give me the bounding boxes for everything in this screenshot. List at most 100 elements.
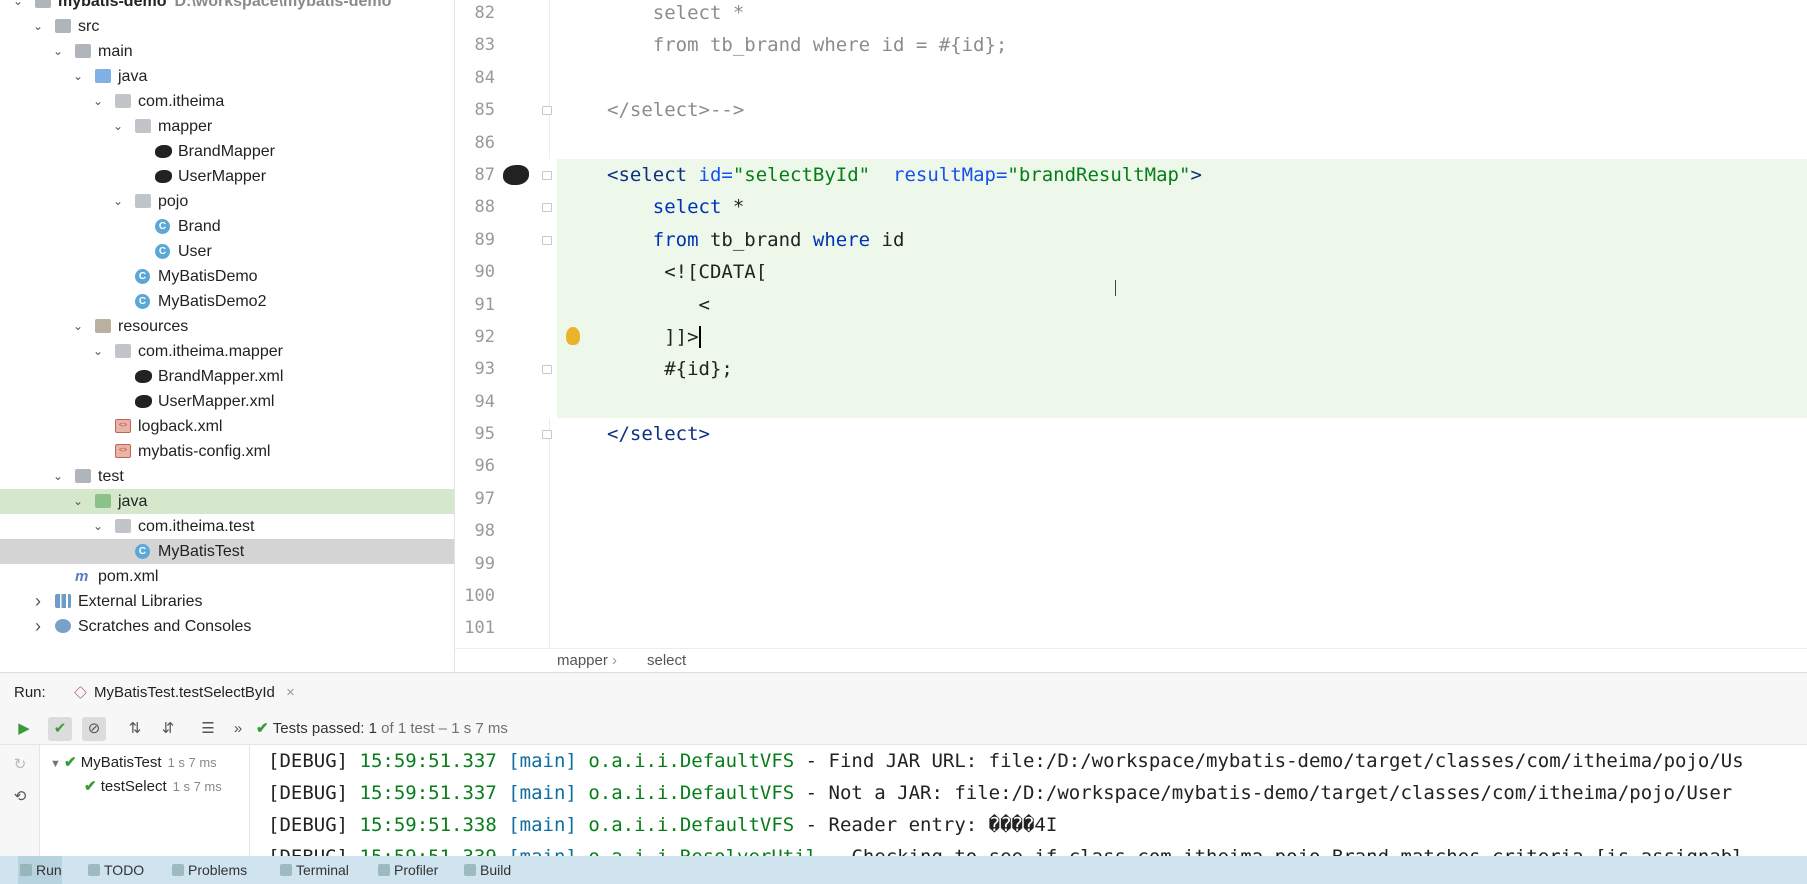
expand-arrow-icon[interactable]: ⌄ (50, 464, 66, 489)
breadcrumb-item-mapper[interactable]: mapper (557, 649, 608, 673)
show-ignored-icon[interactable]: ⊘ (82, 717, 106, 741)
class-icon: C (135, 544, 150, 559)
toolwindow-terminal[interactable]: Terminal (278, 856, 349, 884)
rerun-icon[interactable]: ▶ (12, 717, 36, 741)
expand-arrow-icon[interactable]: ⌄ (90, 514, 106, 539)
mybatis-bird-icon[interactable] (503, 164, 529, 185)
fold-marker-icon[interactable] (542, 106, 552, 116)
tree-item[interactable]: ⌄ src (0, 14, 454, 39)
expand-arrow-icon[interactable]: ⌄ (50, 39, 66, 64)
test-node-class[interactable]: ▼ ✔ MyBatisTest 1 s 7 ms (50, 751, 217, 775)
tree-item[interactable]: UserMapper (0, 164, 454, 189)
tree-item[interactable]: › Scratches and Consoles (0, 614, 454, 639)
fold-marker-icon[interactable] (542, 430, 552, 440)
code-line[interactable]: 86 (455, 127, 1807, 159)
tree-item[interactable]: C MyBatisDemo (0, 264, 454, 289)
code-line[interactable]: 101 (455, 612, 1807, 644)
more-icon[interactable]: » (226, 717, 250, 741)
tree-item[interactable]: ⌄ com.itheima.mapper (0, 339, 454, 364)
intention-bulb-icon[interactable] (566, 326, 580, 345)
tree-item[interactable]: C MyBatisDemo2 (0, 289, 454, 314)
close-tab-icon[interactable]: × (286, 679, 295, 707)
class-icon: C (155, 244, 170, 259)
tree-item[interactable]: <> mybatis-config.xml (0, 439, 454, 464)
fold-marker-icon[interactable] (542, 170, 552, 180)
code-line[interactable]: 96 (455, 450, 1807, 482)
tree-item[interactable]: BrandMapper.xml (0, 364, 454, 389)
rerun-failed-icon[interactable]: ↻ (8, 753, 32, 777)
code-line[interactable]: 85 </select>--> (455, 94, 1807, 126)
test-class-label: MyBatisTest (80, 754, 162, 771)
code-line[interactable]: 87 <select id="selectById" resultMap="bra… (455, 158, 1807, 192)
code-line[interactable]: 88 select * (455, 191, 1807, 224)
code-line[interactable]: 100 (455, 580, 1807, 612)
toolwindow-todo[interactable]: TODO (86, 856, 144, 884)
expand-arrow-icon[interactable]: ⌄ (90, 339, 106, 364)
code-editor[interactable]: 82 select * 83 from tb_brand where id = #… (455, 0, 1807, 648)
fold-marker-icon[interactable] (542, 203, 552, 213)
expand-arrow-icon[interactable]: ⌄ (90, 89, 106, 114)
code-line[interactable]: 83 from tb_brand where id = #{id}; (455, 29, 1807, 61)
toolwindow-profiler[interactable]: Profiler (376, 856, 438, 884)
tree-item[interactable]: ⌄ main (0, 39, 454, 64)
code-line[interactable]: 95 </select> (455, 418, 1807, 450)
expand-arrow-icon[interactable]: ⌄ (10, 0, 26, 14)
line-number: 92 (474, 326, 495, 347)
code-token: resultMap= (893, 163, 1008, 186)
fold-marker-icon[interactable] (542, 365, 552, 375)
expand-arrow-icon[interactable]: ⌄ (110, 114, 126, 139)
code-line[interactable]: 82 select * (455, 0, 1807, 29)
tree-item[interactable]: ⌄ test (0, 464, 454, 489)
run-tab[interactable]: MyBatisTest.testSelectById × (68, 679, 301, 707)
code-line[interactable]: 97 (455, 483, 1807, 515)
tree-item[interactable]: › External Libraries (0, 589, 454, 614)
sort-duration-icon[interactable]: ⇵ (156, 717, 180, 741)
tree-item[interactable]: ⌄ pojo (0, 189, 454, 214)
expand-arrow-icon[interactable]: ⌄ (70, 64, 86, 89)
tree-item[interactable]: ⌄ com.itheima.test (0, 514, 454, 539)
code-line[interactable]: 92 ]]> (455, 320, 1807, 354)
code-line[interactable]: 90 <![CDATA[ (455, 256, 1807, 289)
show-passed-icon[interactable]: ✔ (48, 717, 72, 741)
code-line[interactable]: 89 from tb_brand where id (455, 223, 1807, 257)
expand-arrow-icon[interactable]: ⌄ (70, 489, 86, 514)
tree-item[interactable]: m pom.xml (0, 564, 454, 589)
code-line[interactable]: 91 < (455, 288, 1807, 321)
tree-item[interactable]: <> logback.xml (0, 414, 454, 439)
folder-icon (75, 44, 91, 58)
passed-check-icon: ✔ (256, 720, 273, 737)
tree-item[interactable]: C Brand (0, 214, 454, 239)
xml-file-icon: <> (115, 444, 131, 458)
tree-item[interactable]: ⌄ mybatis-demo D:\workspace\mybatis-demo (0, 0, 454, 14)
tree-item[interactable]: ⌄ com.itheima (0, 89, 454, 114)
tree-item[interactable]: C MyBatisTest (0, 539, 454, 564)
tree-item[interactable]: C User (0, 239, 454, 264)
toolwindow-build[interactable]: Build (462, 856, 511, 884)
console-output[interactable]: [DEBUG] 15:59:51.337 [main] o.a.i.i.Defa… (256, 745, 1807, 857)
expand-arrow-icon[interactable]: ⌄ (110, 189, 126, 214)
fold-marker-icon[interactable] (542, 235, 552, 245)
tree-item[interactable]: ⌄ resources (0, 314, 454, 339)
project-tree[interactable]: ⌄ mybatis-demo D:\workspace\mybatis-demo ⌄ s… (0, 0, 455, 672)
tree-item[interactable]: ⌄ java (0, 489, 454, 514)
toolwindow-problems[interactable]: Problems (170, 856, 247, 884)
tree-item[interactable]: ⌄ mapper (0, 114, 454, 139)
code-line[interactable]: 93 #{id}; (455, 353, 1807, 386)
expand-arrow-icon[interactable]: ⌄ (70, 314, 86, 339)
tree-item[interactable]: UserMapper.xml (0, 389, 454, 414)
breadcrumb-item-select[interactable]: select (647, 649, 686, 673)
collapse-arrow-icon[interactable]: › (30, 589, 46, 614)
test-node-method[interactable]: ✔ testSelect 1 s 7 ms (84, 775, 222, 799)
tree-item[interactable]: BrandMapper (0, 139, 454, 164)
sort-alpha-icon[interactable]: ⇅ (123, 717, 147, 741)
code-line[interactable]: 98 (455, 515, 1807, 547)
code-line[interactable]: 99 (455, 548, 1807, 580)
expand-arrow-icon[interactable]: ⌄ (30, 14, 46, 39)
tree-item[interactable]: ⌄ java (0, 64, 454, 89)
toolwindow-run[interactable]: Run (18, 856, 62, 884)
toggle-auto-test-icon[interactable]: ⟲ (8, 785, 32, 809)
collapse-arrow-icon[interactable]: › (30, 614, 46, 639)
code-line[interactable]: 94 (455, 385, 1807, 419)
collapse-all-icon[interactable]: ☰ (196, 717, 220, 741)
code-line[interactable]: 84 (455, 62, 1807, 94)
